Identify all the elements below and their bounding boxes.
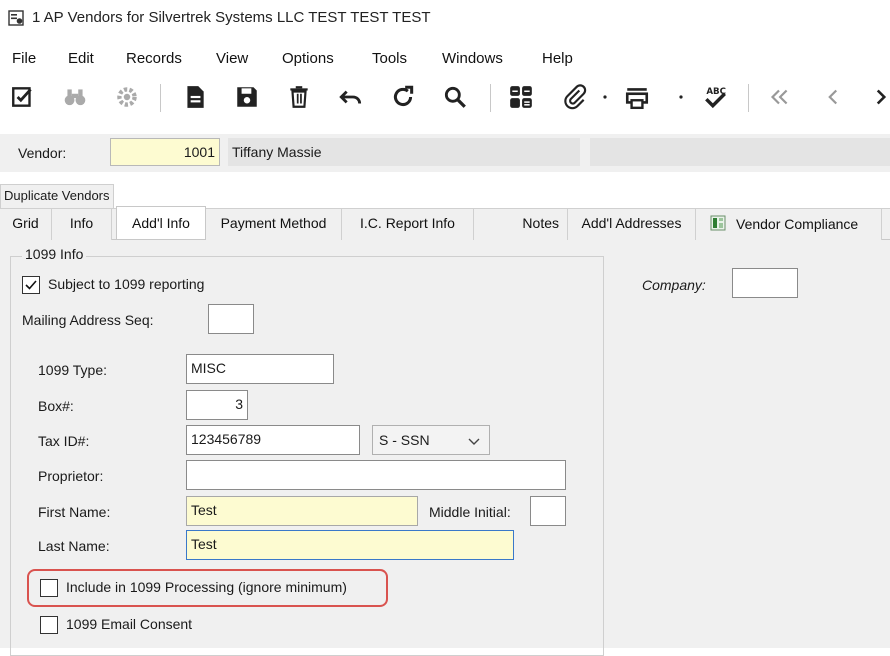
company-label: Company: [642, 277, 706, 293]
next-record-icon[interactable] [866, 82, 890, 112]
spellcheck-icon[interactable]: ABC [700, 82, 730, 112]
menu-records[interactable]: Records [126, 50, 182, 67]
tab-grid[interactable]: Grid [0, 209, 52, 240]
binoculars-icon[interactable] [60, 82, 90, 112]
previous-record-icon[interactable] [818, 82, 848, 112]
chevron-down-icon [468, 438, 480, 445]
menu-view[interactable]: View [216, 50, 248, 67]
middle-initial-label: Middle Initial: [429, 504, 511, 520]
tab-duplicate-vendors[interactable]: Duplicate Vendors [0, 184, 114, 208]
attachment-dropdown-icon[interactable] [598, 82, 612, 112]
print-dropdown-icon[interactable] [674, 82, 688, 112]
tab-info[interactable]: Info [52, 209, 112, 240]
proprietor-input[interactable] [186, 460, 566, 490]
menu-help[interactable]: Help [542, 50, 573, 67]
last-name-label: Last Name: [38, 538, 110, 554]
tab-addl-addresses[interactable]: Add'l Addresses [568, 209, 696, 240]
mailing-seq-input[interactable] [208, 304, 254, 334]
gear-icon[interactable] [112, 82, 142, 112]
new-document-icon[interactable] [180, 82, 210, 112]
menu-file[interactable]: File [12, 50, 36, 67]
type-input[interactable]: MISC [186, 354, 334, 384]
first-name-label: First Name: [38, 504, 111, 520]
tab-vendor-compliance[interactable]: Vendor Compliance [696, 209, 882, 240]
vendor-name: Tiffany Massie [228, 138, 580, 166]
include-1099-label: Include in 1099 Processing (ignore minim… [66, 579, 347, 595]
menu-tools[interactable]: Tools [372, 50, 407, 67]
tab-notes[interactable]: Notes [474, 209, 568, 240]
taxid-type-value: S - SSN [379, 432, 430, 448]
search-icon[interactable] [440, 82, 470, 112]
menu-bar: File Edit Records View Options Tools Win… [0, 44, 890, 72]
tab-vendor-compliance-label: Vendor Compliance [736, 216, 859, 232]
vendor-label: Vendor: [18, 145, 67, 161]
menu-edit[interactable]: Edit [68, 50, 94, 67]
box-input[interactable]: 3 [186, 390, 248, 420]
taxid-input[interactable]: 123456789 [186, 425, 360, 455]
attachment-icon[interactable] [560, 82, 590, 112]
group-title: 1099 Info [22, 246, 87, 262]
title-bar: 1 AP Vendors for Silvertrek Systems LLC … [0, 0, 890, 38]
vendor-extra-field [590, 138, 890, 166]
company-input[interactable] [732, 268, 798, 298]
taxid-type-select[interactable]: S - SSN [372, 425, 490, 455]
window-title: 1 AP Vendors for Silvertrek Systems LLC … [32, 9, 431, 26]
refresh-icon[interactable] [388, 82, 418, 112]
menu-windows[interactable]: Windows [442, 50, 503, 67]
tab-addl-info[interactable]: Add'l Info [116, 206, 206, 239]
delete-icon[interactable] [284, 82, 314, 112]
subject-1099-label: Subject to 1099 reporting [48, 276, 205, 292]
email-consent-label: 1099 Email Consent [66, 616, 193, 632]
save-icon[interactable] [232, 82, 262, 112]
spreadsheet-icon [710, 215, 726, 231]
include-1099-checkbox[interactable] [40, 579, 58, 597]
last-name-input[interactable]: Test [186, 530, 514, 560]
first-record-icon[interactable] [764, 82, 794, 112]
middle-initial-input[interactable] [530, 496, 566, 526]
proprietor-label: Proprietor: [38, 468, 104, 484]
box-label: Box#: [38, 398, 74, 414]
app-icon [8, 10, 24, 26]
print-icon[interactable] [622, 82, 652, 112]
edit-check-icon[interactable] [8, 82, 38, 112]
type-label: 1099 Type: [38, 362, 108, 378]
tab-bar: Grid Info Add'l Info Payment Method I.C.… [0, 206, 890, 240]
subject-1099-checkbox[interactable] [22, 276, 40, 294]
menu-options[interactable]: Options [282, 50, 334, 67]
check-icon [25, 280, 37, 290]
mailing-seq-label: Mailing Address Seq: [22, 312, 154, 328]
toolbar: ABC [0, 76, 890, 120]
email-consent-checkbox[interactable] [40, 616, 58, 634]
vendor-header: Vendor: 1001 Tiffany Massie [0, 134, 890, 172]
taxid-label: Tax ID#: [38, 433, 90, 449]
addl-info-panel: 1099 Info Subject to 1099 reporting Mail… [0, 240, 890, 656]
undo-icon[interactable] [336, 82, 366, 112]
tab-ic-report-info[interactable]: I.C. Report Info [342, 209, 474, 240]
first-name-input[interactable]: Test [186, 496, 418, 526]
calculator-icon[interactable] [506, 82, 536, 112]
tab-payment-method[interactable]: Payment Method [206, 209, 342, 240]
vendor-id-field[interactable]: 1001 [110, 138, 220, 166]
